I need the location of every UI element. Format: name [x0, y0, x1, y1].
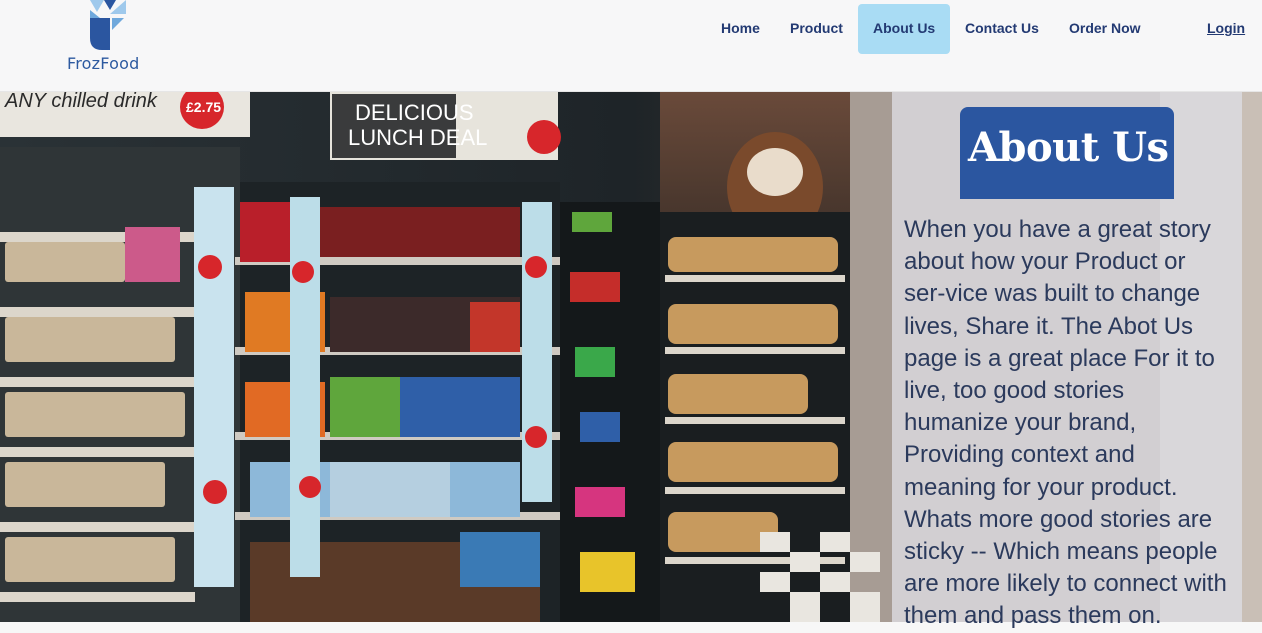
deal-sign-line1: DELICIOUS	[355, 100, 474, 125]
chilled-drink-sign: ANY chilled drink	[4, 92, 158, 112]
about-body-text: When you have a great story about how yo…	[904, 216, 1227, 630]
deal-sign-line2: LUNCH DEAL	[348, 125, 487, 150]
nav-contact-link[interactable]: Contact Us	[965, 20, 1039, 38]
brand-name: FrozFood	[67, 54, 140, 73]
login-link[interactable]: Login	[1207, 20, 1245, 38]
nav-home-link[interactable]: Home	[721, 20, 760, 38]
brand-logo[interactable]: FrozFood	[62, 0, 152, 80]
nav-order-link[interactable]: Order Now	[1069, 20, 1141, 38]
nav-about-link[interactable]: About Us	[873, 20, 935, 38]
about-title: About Us	[968, 124, 1169, 171]
top-navbar: FrozFood Home Product About Us Contact U…	[0, 0, 1262, 92]
frozfood-logo-icon	[90, 0, 126, 50]
nav-product-link[interactable]: Product	[790, 20, 843, 38]
price-badge-1: £2.75	[186, 99, 221, 115]
